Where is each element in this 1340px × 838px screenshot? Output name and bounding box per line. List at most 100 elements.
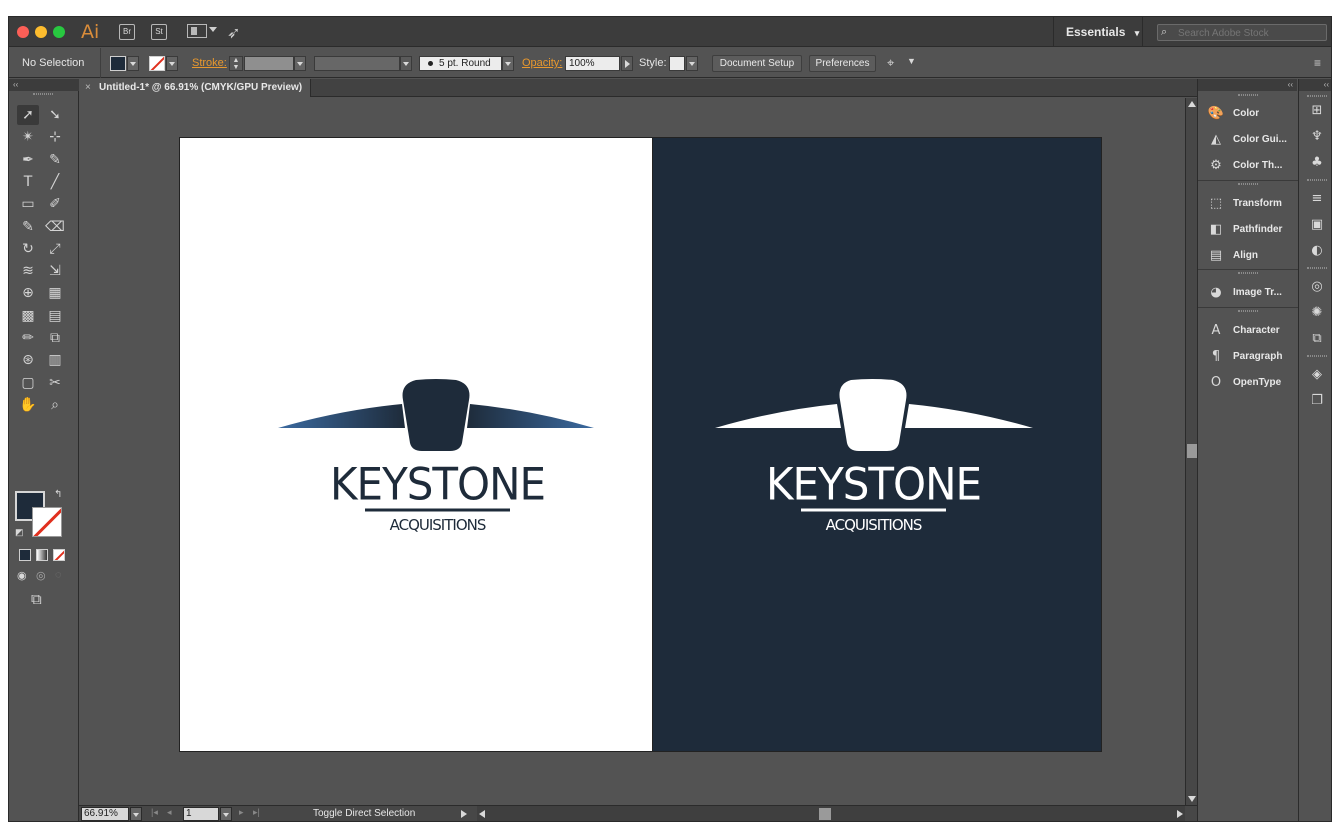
status-menu-icon[interactable] (461, 810, 467, 818)
stroke-weight-dropdown[interactable] (294, 56, 306, 71)
panel-grip[interactable] (1238, 94, 1258, 96)
isolate-icon[interactable]: ⌖ (887, 55, 894, 71)
document-tab[interactable]: × Untitled-1* @ 66.91% (CMYK/GPU Preview… (79, 79, 311, 97)
column-graph-tool-icon[interactable]: ▥ (44, 350, 66, 370)
panel-item-color[interactable]: 🎨 Color (1198, 101, 1298, 127)
panel-item-color-gui[interactable]: ◭ Color Gui... (1198, 127, 1298, 153)
stock-button[interactable]: St (151, 24, 167, 40)
swatches-icon[interactable]: ⊞ (1307, 101, 1327, 121)
brushes-icon[interactable]: ♆ (1307, 127, 1327, 147)
brush-definition-field[interactable]: 5 pt. Round (419, 56, 502, 71)
magic-wand-tool-icon[interactable]: ✴ (17, 127, 39, 147)
draw-behind-icon[interactable]: ◎ (36, 569, 46, 582)
vertical-scroll-thumb[interactable] (1187, 444, 1197, 458)
gradient-tool-icon[interactable]: ▤ (44, 306, 66, 326)
draw-normal-icon[interactable]: ◉ (17, 569, 27, 582)
panel-item-align[interactable]: ▤ Align (1198, 243, 1298, 269)
collapse-tools-icon[interactable]: ‹‹ (9, 79, 79, 91)
close-icon[interactable]: × (85, 79, 91, 97)
brush-dropdown[interactable] (502, 56, 514, 71)
artboard-tool-icon[interactable]: ▢ (17, 373, 39, 393)
scroll-up-icon[interactable] (1188, 101, 1196, 107)
stroke-color-swatch[interactable] (149, 56, 165, 71)
zoom-window-button[interactable] (53, 26, 65, 38)
last-artboard-icon[interactable]: ▸| (253, 807, 260, 818)
mesh-tool-icon[interactable]: ▩ (17, 306, 39, 326)
warp-tool-icon[interactable]: ≋ (17, 261, 39, 281)
previous-artboard-icon[interactable]: ◂ (167, 807, 172, 818)
panel-grip[interactable] (33, 93, 53, 95)
line-tool-icon[interactable]: ╱ (44, 172, 66, 192)
direct-selection-tool-icon[interactable]: ➘ (44, 105, 66, 125)
panel-item-pathfinder[interactable]: ◧ Pathfinder (1198, 217, 1298, 243)
collapse-dock-icon[interactable]: ‹‹ (1198, 79, 1297, 91)
rectangle-tool-icon[interactable]: ▭ (17, 194, 39, 214)
scroll-right-icon[interactable] (1177, 810, 1183, 818)
chevron-down-icon[interactable]: ▼ (907, 56, 916, 66)
blend-tool-icon[interactable]: ⧉ (44, 328, 66, 348)
document-setup-button[interactable]: Document Setup (712, 55, 802, 72)
draw-inside-icon[interactable]: ◌ (55, 569, 62, 581)
panel-grip[interactable] (1307, 267, 1327, 269)
none-mode-icon[interactable] (53, 549, 65, 561)
graphic-styles-icon[interactable]: ✺ (1307, 303, 1327, 323)
opacity-field[interactable]: 100% (565, 56, 620, 71)
curvature-tool-icon[interactable]: ✎ (44, 150, 66, 170)
panel-grip[interactable] (1307, 355, 1327, 357)
fill-color-swatch[interactable] (110, 56, 126, 71)
variable-width-profile[interactable] (314, 56, 400, 71)
pen-tool-icon[interactable]: ✒ (17, 150, 39, 170)
scroll-left-icon[interactable] (479, 810, 485, 818)
workspace-switcher[interactable]: Essentials ▾ (1053, 17, 1143, 47)
rotate-tool-icon[interactable]: ↻ (17, 239, 39, 259)
panel-item-opentype[interactable]: O OpenType (1198, 370, 1298, 396)
canvas-area[interactable]: KEYSTONE ACQUISITIONS KEYSTONE ACQUISITI… (79, 98, 1185, 805)
panel-item-transform[interactable]: ⬚ Transform (1198, 191, 1298, 217)
hand-tool-icon[interactable]: ✋ (17, 395, 39, 415)
vertical-scrollbar[interactable] (1185, 98, 1197, 805)
profile-dropdown[interactable] (400, 56, 412, 71)
artboards-icon[interactable]: ❐ (1307, 391, 1327, 411)
chevron-down-icon[interactable] (209, 27, 217, 32)
eyedropper-tool-icon[interactable]: ✏ (17, 328, 39, 348)
symbols-icon[interactable]: ♣ (1307, 153, 1327, 173)
preferences-button[interactable]: Preferences (809, 55, 876, 72)
appearance-icon[interactable]: ◎ (1307, 277, 1327, 297)
shape-builder-tool-icon[interactable]: ⊕ (17, 283, 39, 303)
default-fill-stroke-icon[interactable]: ◩ (15, 527, 24, 538)
next-artboard-icon[interactable]: ▸ (239, 807, 244, 818)
gradient-mode-icon[interactable] (36, 549, 48, 561)
minimize-window-button[interactable] (35, 26, 47, 38)
paintbrush-tool-icon[interactable]: ✐ (44, 194, 66, 214)
expand-dock-icon[interactable]: ‹‹ (1299, 79, 1331, 91)
opacity-slider-button[interactable] (621, 56, 633, 71)
zoom-level-field[interactable]: 66.91% (81, 807, 129, 821)
opacity-label[interactable]: Opacity: (522, 57, 562, 69)
swap-fill-stroke-icon[interactable]: ↰ (54, 489, 62, 500)
panel-item-paragraph[interactable]: ¶ Paragraph (1198, 344, 1298, 370)
symbol-sprayer-tool-icon[interactable]: ⊛ (17, 350, 39, 370)
screen-mode-icon[interactable]: ⧉ (31, 591, 42, 608)
first-artboard-icon[interactable]: |◂ (151, 807, 158, 818)
stroke-icon[interactable]: ≡ (1307, 189, 1327, 209)
horizontal-scroll-thumb[interactable] (819, 808, 831, 820)
transparency-icon[interactable]: ◐ (1307, 241, 1327, 261)
panel-item-character[interactable]: A Character (1198, 318, 1298, 344)
graphic-style-dropdown[interactable] (686, 56, 698, 71)
stock-search-input[interactable] (1178, 27, 1323, 39)
color-mode-icon[interactable] (19, 549, 31, 561)
artboard-dropdown[interactable] (220, 807, 232, 821)
arrange-documents-icon[interactable] (187, 24, 207, 38)
stroke-color-dropdown[interactable] (166, 56, 178, 71)
free-transform-tool-icon[interactable]: ⇲ (44, 261, 66, 281)
panel-menu-icon[interactable]: ≡ (1314, 56, 1321, 70)
layers-icon[interactable]: ◈ (1307, 365, 1327, 385)
eraser-tool-icon[interactable]: ⌫ (44, 217, 66, 237)
stroke-label[interactable]: Stroke: (192, 57, 227, 69)
artboard-number-field[interactable]: 1 (183, 807, 219, 821)
panel-grip[interactable] (1238, 272, 1258, 274)
panel-grip[interactable] (1238, 183, 1258, 185)
scroll-down-icon[interactable] (1188, 796, 1196, 802)
close-window-button[interactable] (17, 26, 29, 38)
slice-tool-icon[interactable]: ✂ (44, 373, 66, 393)
